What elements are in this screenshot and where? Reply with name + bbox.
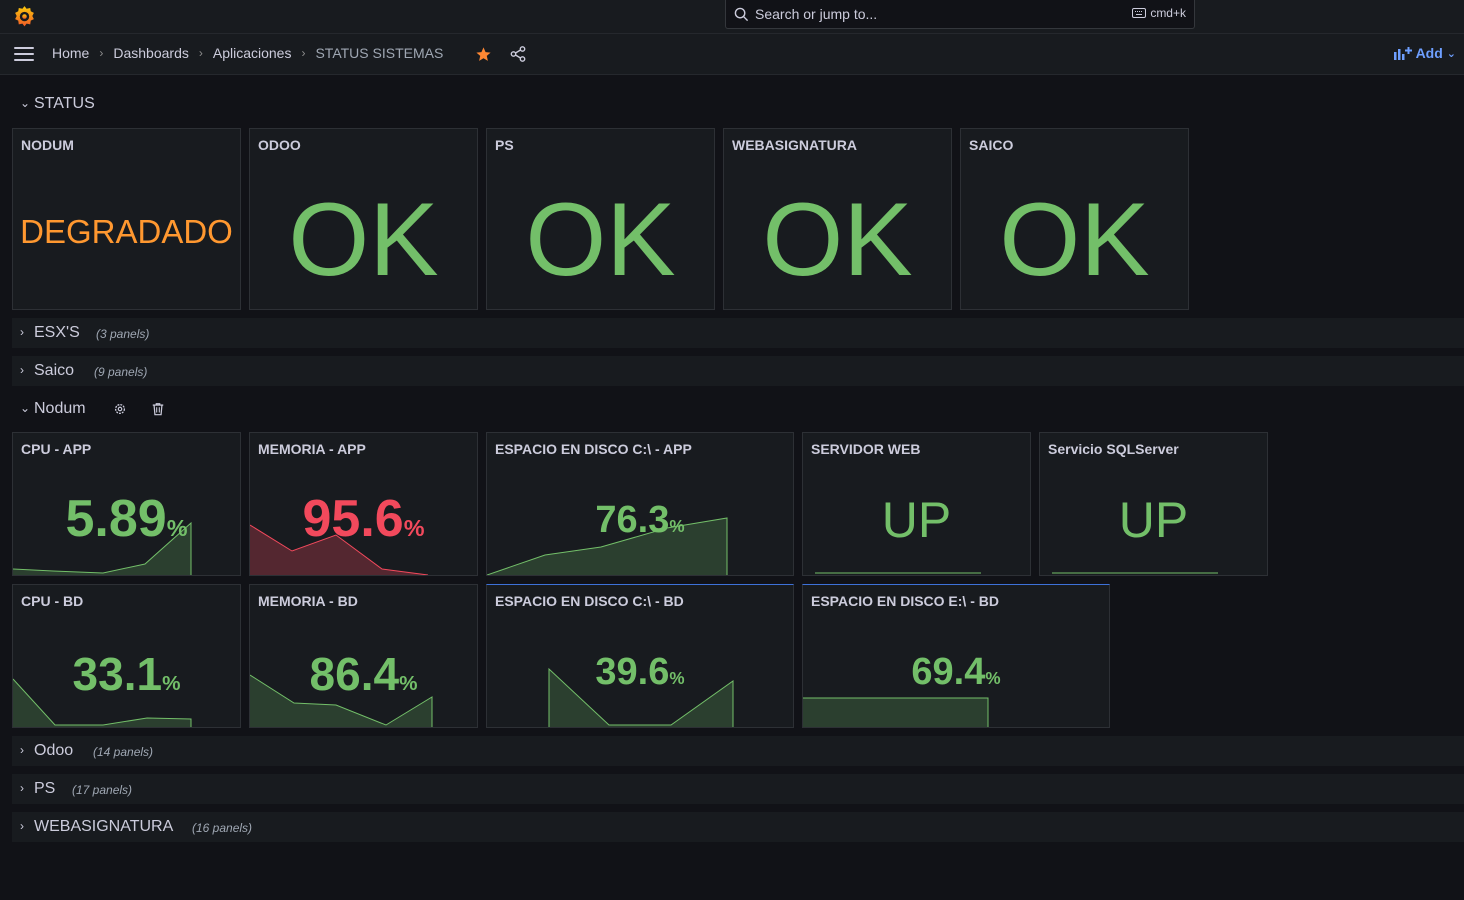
add-label: Add [1415,45,1443,61]
stat-value: 86.4% [309,648,418,700]
trash-icon[interactable] [151,402,165,416]
shortcut-label: cmd+k [1150,6,1186,20]
stat-value: 76.3% [595,499,685,541]
stat-value: 69.4% [911,651,1001,693]
row-panel-count: (14 panels) [93,745,154,759]
row-title: Saico [34,362,75,379]
nav-bar: Home › Dashboards › Aplicaciones › STATU… [0,34,1464,75]
chevron-right-icon: › [20,325,24,339]
row-nodum[interactable]: ⌄ Nodum [12,394,1464,424]
status-value: OK [999,182,1150,298]
add-panel-icon [1393,47,1412,60]
row-status[interactable]: ⌄ STATUS [12,89,1464,119]
gear-icon[interactable] [113,402,127,416]
chevron-right-icon: › [20,743,24,757]
status-value: OK [762,182,913,298]
stat-value: 33.1% [72,648,181,700]
stat-value: UP [1118,492,1189,548]
top-bar: Search or jump to... cmd+k [0,0,1464,34]
panel-cpu-app[interactable]: CPU - APP 5.89% [12,432,241,576]
panel-memoria-bd[interactable]: MEMORIA - BD 86.4% [249,584,478,728]
breadcrumb-home[interactable]: Home [52,45,89,61]
status-value: DEGRADADO [20,213,233,250]
row-saico[interactable]: › Saico (9 panels) [12,356,1464,386]
stat-value: UP [881,492,952,548]
search-input[interactable]: Search or jump to... [755,6,877,22]
panel-nodum-status[interactable]: NODUM DEGRADADO [12,128,241,310]
row-title: ESX'S [34,324,80,341]
row-panel-count: (9 panels) [94,365,148,379]
panel-title: NODUM [21,137,74,153]
chevron-right-icon: › [20,363,24,377]
panel-disco-c-app[interactable]: ESPACIO EN DISCO C:\ - APP 76.3% [486,432,794,576]
row-title: WEBASIGNATURA [34,818,174,835]
chevron-down-icon: ⌄ [20,401,31,415]
breadcrumb-aplicaciones[interactable]: Aplicaciones [213,45,292,61]
panel-cpu-bd[interactable]: CPU - BD 33.1% [12,584,241,728]
breadcrumb: Home › Dashboards › Aplicaciones › STATU… [52,45,443,61]
keyboard-shortcut: cmd+k [1132,6,1186,20]
chevron-right-icon: › [301,46,306,60]
panel-odoo-status[interactable]: ODOO OK [249,128,478,310]
stat-value: 5.89% [65,490,188,548]
menu-icon[interactable] [14,47,34,61]
panel-disco-e-bd[interactable]: ESPACIO EN DISCO E:\ - BD 69.4% [802,584,1110,728]
panel-title: PS [495,137,514,153]
chevron-right-icon: › [20,819,24,833]
panel-disco-c-bd[interactable]: ESPACIO EN DISCO C:\ - BD 39.6% [486,584,794,728]
status-value: OK [288,182,439,298]
breadcrumb-dashboards[interactable]: Dashboards [113,45,189,61]
row-panel-count: (3 panels) [96,327,150,341]
add-button[interactable]: Add ⌄ [1393,45,1456,61]
stat-value: 39.6% [595,651,685,693]
star-icon[interactable] [475,46,492,63]
row-title: Odoo [34,742,74,759]
row-title: Nodum [34,400,86,417]
chevron-down-icon: ⌄ [1446,47,1456,60]
grafana-logo-icon[interactable] [12,4,37,29]
status-value: OK [525,182,676,298]
row-webasignatura[interactable]: › WEBASIGNATURA (16 panels) [12,812,1464,842]
panel-webasignatura-status[interactable]: WEBASIGNATURA OK [723,128,952,310]
row-panel-count: (16 panels) [192,821,253,835]
chevron-right-icon: › [99,46,104,60]
panel-title: SAICO [969,137,1014,153]
panel-ps-status[interactable]: PS OK [486,128,715,310]
panel-servidor-web[interactable]: SERVIDOR WEB UP [802,432,1031,576]
row-panel-count: (17 panels) [72,783,133,797]
search-icon [734,7,749,22]
panel-memoria-app[interactable]: MEMORIA - APP 95.6% [249,432,478,576]
breadcrumb-current: STATUS SISTEMAS [315,45,444,61]
keyboard-icon [1132,8,1147,18]
chevron-right-icon: › [20,781,24,795]
row-ps[interactable]: › PS (17 panels) [12,774,1464,804]
row-title: STATUS [34,95,95,112]
chevron-right-icon: › [198,46,203,60]
panel-servicio-sqlserver[interactable]: Servicio SQLServer UP [1039,432,1268,576]
panel-title: WEBASIGNATURA [732,137,857,153]
row-odoo[interactable]: › Odoo (14 panels) [12,736,1464,766]
row-title: PS [34,780,56,797]
row-esx[interactable]: › ESX'S (3 panels) [12,318,1464,348]
search-bar[interactable]: Search or jump to... cmd+k [725,0,1195,29]
panel-saico-status[interactable]: SAICO OK [960,128,1189,310]
panel-title: ODOO [258,137,301,153]
chevron-down-icon: ⌄ [20,96,31,110]
share-icon[interactable] [510,46,526,62]
stat-value: 95.6% [302,490,425,548]
